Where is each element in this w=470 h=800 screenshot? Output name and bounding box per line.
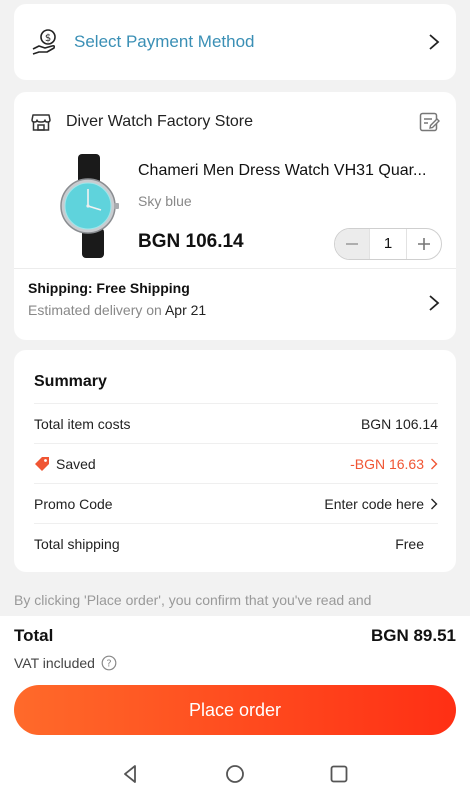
product-image[interactable] <box>38 154 134 258</box>
chevron-right-icon <box>431 498 438 509</box>
summary-row-item-costs: Total item costs BGN 106.14 <box>34 403 438 443</box>
shipping-title: Shipping: Free Shipping <box>28 280 190 296</box>
summary-card: Summary Total item costs BGN 106.14 Save… <box>14 350 456 572</box>
summary-row-shipping: Total shipping Free <box>34 523 438 563</box>
store-card: Diver Watch Factory Store Chameri Men Dr… <box>14 92 456 340</box>
chevron-right-icon <box>431 458 438 469</box>
summary-row-promo-code[interactable]: Promo Code Enter code here <box>34 483 438 523</box>
increase-quantity-button[interactable] <box>407 229 441 259</box>
delivery-date: Apr 21 <box>164 302 207 318</box>
minus-icon <box>346 243 358 245</box>
chevron-right-icon <box>429 34 440 50</box>
summary-title: Summary <box>34 373 107 390</box>
row-label: Total item costs <box>34 415 131 432</box>
svg-text:$: $ <box>45 33 51 44</box>
payment-method-label: Select Payment Method <box>74 32 255 51</box>
checkout-footer: Total BGN 89.51 VAT included ? Place ord… <box>0 616 470 800</box>
delivery-estimate: Estimated delivery on Apr 21 <box>28 302 440 318</box>
product-price: BGN 106.14 <box>138 231 244 252</box>
product-title[interactable]: Chameri Men Dress Watch VH31 Quar... <box>138 162 444 180</box>
row-value: -BGN 16.63 <box>350 455 424 472</box>
note-edit-icon[interactable] <box>418 111 440 133</box>
delivery-prefix: Estimated delivery on <box>28 302 162 318</box>
total-value: BGN 89.51 <box>370 626 456 645</box>
quantity-stepper: 1 <box>334 228 442 260</box>
saved-label-group: Saved <box>34 456 350 472</box>
system-nav-bar <box>0 754 470 794</box>
home-icon[interactable] <box>224 763 246 785</box>
vat-label: VAT included <box>14 655 95 671</box>
money-hand-icon: $ <box>32 29 56 55</box>
product-variant: Sky blue <box>138 193 192 209</box>
store-icon <box>31 114 51 131</box>
row-label: Promo Code <box>34 495 113 512</box>
decrease-quantity-button[interactable] <box>335 229 369 259</box>
tag-icon <box>35 456 49 471</box>
plus-icon <box>418 238 430 250</box>
row-label: Total shipping <box>34 535 120 552</box>
chevron-right-icon <box>429 295 440 311</box>
row-label: Saved <box>56 455 96 472</box>
row-value: Free <box>395 535 424 552</box>
place-order-button[interactable]: Place order <box>14 685 456 735</box>
store-name[interactable]: Diver Watch Factory Store <box>66 113 418 131</box>
back-icon[interactable] <box>120 763 142 785</box>
svg-text:?: ? <box>106 659 111 670</box>
summary-row-saved[interactable]: Saved -BGN 16.63 <box>34 443 438 483</box>
store-header: Diver Watch Factory Store <box>30 108 440 136</box>
order-disclaimer: By clicking 'Place order', you confirm t… <box>14 592 372 608</box>
help-icon[interactable]: ? <box>101 655 117 671</box>
divider <box>14 268 456 269</box>
payment-method-row[interactable]: $ Select Payment Method <box>14 4 456 80</box>
shipping-row[interactable]: Shipping: Free Shipping Estimated delive… <box>28 280 440 324</box>
quantity-value[interactable]: 1 <box>369 229 407 259</box>
recents-icon[interactable] <box>328 763 350 785</box>
total-label: Total <box>14 626 54 645</box>
row-value: BGN 106.14 <box>360 415 438 432</box>
vat-note: VAT included ? <box>14 655 117 671</box>
promo-code-link[interactable]: Enter code here <box>324 496 424 512</box>
